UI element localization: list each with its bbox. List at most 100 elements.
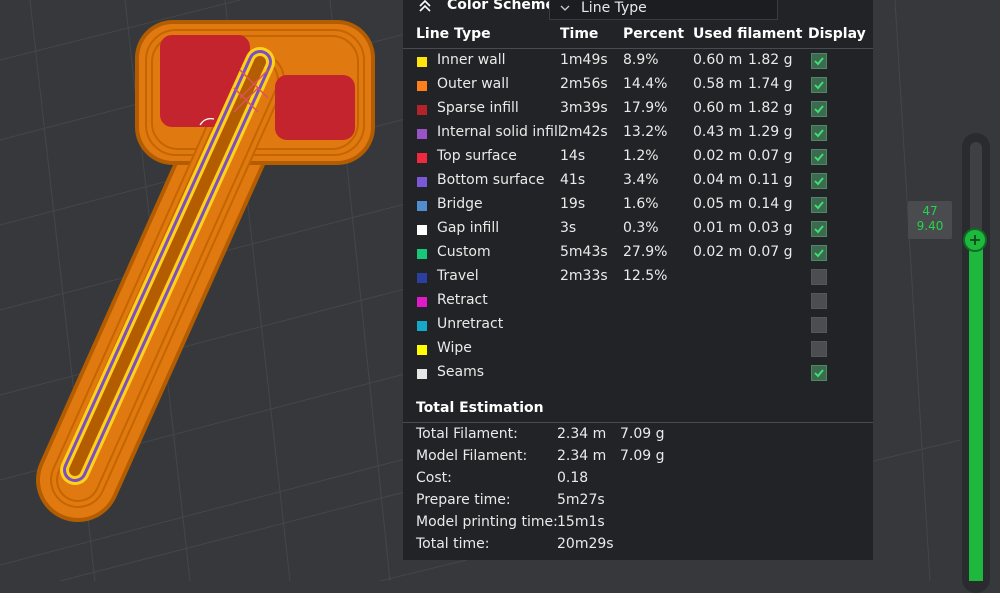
header-used-filament: Used filament (693, 26, 803, 42)
legend-row: Top surface 14s 1.2% 0.02 m 0.07 g (403, 145, 873, 169)
checkmark-icon (814, 153, 824, 162)
filament-weight: 0.11 g (748, 172, 793, 188)
legend-panel: Color Scheme Line Type Line Type Time Pe… (403, 0, 873, 560)
header-time: Time (560, 26, 599, 42)
total-label: Cost: (416, 470, 452, 486)
total-weight: 7.09 g (620, 426, 665, 442)
legend-row: Seams (403, 361, 873, 385)
sliced-part-preview (36, 20, 375, 522)
display-checkbox[interactable] (811, 341, 827, 357)
color-swatch (417, 129, 427, 139)
color-scheme-title: Color Scheme (447, 0, 556, 13)
display-checkbox[interactable] (811, 197, 827, 213)
total-value: 0.18 (557, 470, 589, 486)
header-percent: Percent (623, 26, 685, 42)
line-type-label: Wipe (437, 340, 472, 356)
color-scheme-select[interactable]: Line Type (549, 0, 778, 20)
color-swatch (417, 369, 427, 379)
checkmark-icon (814, 81, 824, 90)
percent-value: 12.5% (623, 268, 668, 284)
layer-number: 47 (922, 204, 938, 218)
display-checkbox[interactable] (811, 125, 827, 141)
filament-weight: 1.82 g (748, 100, 793, 116)
layer-slider-upper-range (970, 142, 982, 237)
display-checkbox[interactable] (811, 149, 827, 165)
legend-row: Internal solid infill 2m42s 13.2% 0.43 m 1.2… (403, 121, 873, 145)
line-type-label: Internal solid infill (437, 124, 562, 140)
legend-row: Gap infill 3s 0.3% 0.01 m 0.03 g (403, 217, 873, 241)
color-swatch (417, 297, 427, 307)
display-checkbox[interactable] (811, 365, 827, 381)
legend-row: Bottom surface 41s 3.4% 0.04 m 0.11 g (403, 169, 873, 193)
display-checkbox[interactable] (811, 317, 827, 333)
filament-length: 0.02 m (693, 244, 743, 260)
display-checkbox[interactable] (811, 173, 827, 189)
percent-value: 27.9% (623, 244, 668, 260)
layer-slider-fill (969, 240, 983, 581)
total-value: 15m1s (557, 514, 605, 530)
display-checkbox[interactable] (811, 221, 827, 237)
percent-value: 0.3% (623, 220, 659, 236)
line-type-label: Unretract (437, 316, 504, 332)
filament-weight: 1.82 g (748, 52, 793, 68)
color-swatch (417, 57, 427, 67)
filament-length: 0.60 m (693, 52, 743, 68)
filament-length: 0.58 m (693, 76, 743, 92)
total-label: Model Filament: (416, 448, 528, 464)
total-weight: 7.09 g (620, 448, 665, 464)
time-value: 3s (560, 220, 577, 236)
color-swatch (417, 153, 427, 163)
total-row: Model printing time: 15m1s (403, 512, 873, 534)
display-checkbox[interactable] (811, 77, 827, 93)
color-swatch (417, 273, 427, 283)
checkmark-icon (814, 201, 824, 210)
time-value: 1m49s (560, 52, 608, 68)
total-value: 2.34 m (557, 426, 607, 442)
total-row: Prepare time: 5m27s (403, 490, 873, 512)
total-value: 20m29s (557, 536, 614, 552)
line-type-label: Bridge (437, 196, 483, 212)
checkmark-icon (814, 177, 824, 186)
total-label: Total Filament: (416, 426, 518, 442)
total-row: Total time: 20m29s (403, 534, 873, 556)
display-checkbox[interactable] (811, 53, 827, 69)
line-type-label: Bottom surface (437, 172, 545, 188)
line-type-label: Retract (437, 292, 488, 308)
color-swatch (417, 225, 427, 235)
total-row: Model Filament: 2.34 m 7.09 g (403, 446, 873, 468)
checkmark-icon (814, 225, 824, 234)
legend-row: Retract (403, 289, 873, 313)
percent-value: 17.9% (623, 100, 668, 116)
percent-value: 1.6% (623, 196, 659, 212)
filament-length: 0.04 m (693, 172, 743, 188)
layer-slider-label: 47 9.40 (908, 201, 952, 239)
legend-row: Outer wall 2m56s 14.4% 0.58 m 1.74 g (403, 73, 873, 97)
color-swatch (417, 177, 427, 187)
display-checkbox[interactable] (811, 245, 827, 261)
color-scheme-value: Line Type (581, 0, 647, 16)
filament-length: 0.02 m (693, 148, 743, 164)
legend-row: Unretract (403, 313, 873, 337)
time-value: 14s (560, 148, 586, 164)
filament-weight: 0.07 g (748, 148, 793, 164)
time-value: 41s (560, 172, 586, 188)
total-value: 5m27s (557, 492, 605, 508)
layer-slider-handle[interactable] (963, 228, 987, 252)
double-chevron-up-icon[interactable] (416, 0, 434, 15)
time-value: 5m43s (560, 244, 608, 260)
legend-row: Bridge 19s 1.6% 0.05 m 0.14 g (403, 193, 873, 217)
total-row: Total Filament: 2.34 m 7.09 g (403, 424, 873, 446)
display-checkbox[interactable] (811, 269, 827, 285)
checkmark-icon (814, 57, 824, 66)
color-swatch (417, 105, 427, 115)
color-swatch (417, 345, 427, 355)
time-value: 2m56s (560, 76, 608, 92)
total-estimation-title: Total Estimation (416, 400, 544, 416)
totals-divider (403, 422, 873, 423)
display-checkbox[interactable] (811, 101, 827, 117)
display-checkbox[interactable] (811, 293, 827, 309)
filament-length: 0.05 m (693, 196, 743, 212)
legend-row: Sparse infill 3m39s 17.9% 0.60 m 1.82 g (403, 97, 873, 121)
percent-value: 1.2% (623, 148, 659, 164)
total-label: Prepare time: (416, 492, 511, 508)
